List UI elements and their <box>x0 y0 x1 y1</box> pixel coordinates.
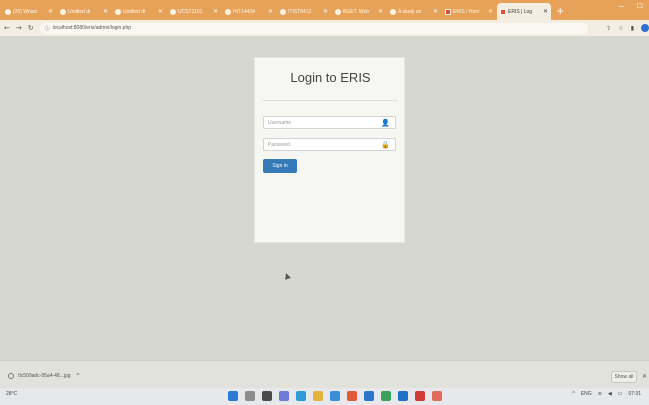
tab-label: Untitled di <box>123 8 146 15</box>
user-icon: 👤 <box>381 120 390 127</box>
word-icon[interactable] <box>398 391 408 401</box>
login-card: Login to ERIS Username 👤 Password 🔒 Sign… <box>254 57 405 243</box>
battery-icon[interactable]: ▭ <box>618 391 623 397</box>
downloads-bar: 0c509adc-95a4-48...jpg ^ Show all ✕ <box>0 360 649 388</box>
browser-tab[interactable]: (20) Whats ✕ <box>2 3 56 20</box>
store-icon[interactable] <box>330 391 340 401</box>
share-icon[interactable]: ⇪ <box>606 25 611 32</box>
chrome-icon[interactable] <box>381 391 391 401</box>
browser-tab[interactable]: UCST1101 ✕ <box>167 3 221 20</box>
app-icon <box>445 8 451 15</box>
globe-icon <box>390 8 396 15</box>
browser-tab[interactable]: ITIST8412 ✕ <box>277 3 331 20</box>
globe-icon <box>115 8 121 15</box>
browser-window: (20) Whats ✕ Untitled di ✕ Untitled di ✕ UC… <box>0 0 649 405</box>
chat-icon[interactable] <box>279 391 289 401</box>
browser-tab[interactable]: Untitled di ✕ <box>112 3 166 20</box>
globe-icon <box>60 8 66 15</box>
whatsapp-icon <box>5 8 11 15</box>
close-icon[interactable]: ✕ <box>213 8 218 15</box>
search-icon[interactable] <box>245 391 255 401</box>
reload-icon[interactable]: ↻ <box>28 24 34 32</box>
globe-icon <box>280 8 286 15</box>
taskbar: 28°C ^ ENG ≋ ◀ ▭ 07:31 <box>0 388 649 405</box>
divider <box>263 100 398 101</box>
username-input[interactable]: Username 👤 <box>263 116 396 129</box>
tab-label: ITIST8412 <box>288 8 312 15</box>
chevron-up-icon[interactable]: ^ <box>77 373 80 379</box>
edge-icon[interactable] <box>296 391 306 401</box>
profile-avatar[interactable] <box>641 24 649 32</box>
password-placeholder: Password <box>268 141 290 148</box>
browser-tab[interactable]: BGET. Web ✕ <box>332 3 386 20</box>
password-input[interactable]: Password 🔒 <box>263 138 396 151</box>
close-icon[interactable]: ✕ <box>543 8 548 15</box>
tab-label: UCST1101 <box>178 8 203 15</box>
close-icon[interactable]: ✕ <box>488 8 493 15</box>
language-indicator[interactable]: ENG <box>581 391 592 397</box>
app-icon <box>500 8 506 15</box>
close-icon[interactable]: ✕ <box>48 8 53 15</box>
tab-label: BGET. Web <box>343 8 370 15</box>
globe-icon <box>225 8 231 15</box>
photos-icon[interactable] <box>432 391 442 401</box>
close-icon[interactable]: ✕ <box>642 373 647 380</box>
chevron-up-icon[interactable]: ^ <box>572 391 574 397</box>
tab-label: ERIS | Log <box>508 8 533 15</box>
browser-tab[interactable]: A study on ✕ <box>387 3 441 20</box>
close-icon[interactable]: ✕ <box>323 8 328 15</box>
globe-icon <box>335 8 341 15</box>
close-icon[interactable]: ✕ <box>378 8 383 15</box>
tab-label: (20) Whats <box>13 8 38 15</box>
close-icon[interactable]: ✕ <box>103 8 108 15</box>
weather-widget[interactable]: 28°C <box>6 391 17 397</box>
download-item[interactable]: 0c509adc-95a4-48...jpg ^ <box>8 373 79 379</box>
tab-label: Untitled di <box>68 8 91 15</box>
tab-strip: (20) Whats ✕ Untitled di ✕ Untitled di ✕ UC… <box>0 0 649 20</box>
sidebar-icon[interactable]: ▮ <box>631 25 634 32</box>
forward-arrow-icon[interactable]: → <box>16 24 22 32</box>
login-title: Login to ERIS <box>290 70 371 85</box>
window-controls: — ☐ <box>618 2 643 10</box>
download-file-name: 0c509adc-95a4-48...jpg <box>18 373 71 379</box>
system-tray: ^ ENG ≋ ◀ ▭ 07:31 <box>572 391 641 397</box>
vscode-icon[interactable] <box>364 391 374 401</box>
close-icon[interactable]: ✕ <box>433 8 438 15</box>
browser-tab[interactable]: Untitled di ✕ <box>57 3 111 20</box>
username-placeholder: Username <box>268 119 292 126</box>
task-view-icon[interactable] <box>262 391 272 401</box>
acrobat-icon[interactable] <box>415 391 425 401</box>
close-icon[interactable]: ✕ <box>158 8 163 15</box>
minimize-icon[interactable]: — <box>618 2 625 10</box>
signin-button[interactable]: Sign in <box>263 159 297 173</box>
url-text: localhost:8080/eris/admin/login.php <box>52 25 132 31</box>
globe-icon <box>170 8 176 15</box>
info-icon[interactable]: ⓘ <box>45 25 50 32</box>
tab-label: ERIS / Hom <box>453 8 480 15</box>
tab-label: A study on <box>398 8 422 15</box>
browser-tab[interactable]: HIT14424 ✕ <box>222 3 276 20</box>
browser-tab[interactable]: ERIS / Hom ✕ <box>442 3 496 20</box>
new-tab-button[interactable]: + <box>556 3 564 20</box>
volume-icon[interactable]: ◀ <box>608 391 612 397</box>
clock[interactable]: 07:31 <box>628 391 641 397</box>
address-bar[interactable]: ⓘ localhost:8080/eris/admin/login.php <box>39 22 589 34</box>
address-bar-row: ← → ↻ ⓘ localhost:8080/eris/admin/login.… <box>0 20 649 36</box>
browser-tab-active[interactable]: ERIS | Log ✕ <box>497 3 551 20</box>
download-progress-icon <box>8 373 14 379</box>
back-arrow-icon[interactable]: ← <box>4 24 10 32</box>
app-icon[interactable] <box>347 391 357 401</box>
lock-icon: 🔒 <box>381 142 390 149</box>
tab-label: HIT14424 <box>233 8 255 15</box>
star-icon[interactable]: ☆ <box>618 25 623 32</box>
folder-icon[interactable] <box>313 391 323 401</box>
taskbar-apps <box>228 391 442 401</box>
maximize-icon[interactable]: ☐ <box>637 2 643 10</box>
show-all-button[interactable]: Show all <box>611 371 637 383</box>
toolbar-icons: ⇪ ☆ ▮ <box>606 24 649 32</box>
close-icon[interactable]: ✕ <box>268 8 273 15</box>
wifi-icon[interactable]: ≋ <box>598 391 602 397</box>
start-icon[interactable] <box>228 391 238 401</box>
